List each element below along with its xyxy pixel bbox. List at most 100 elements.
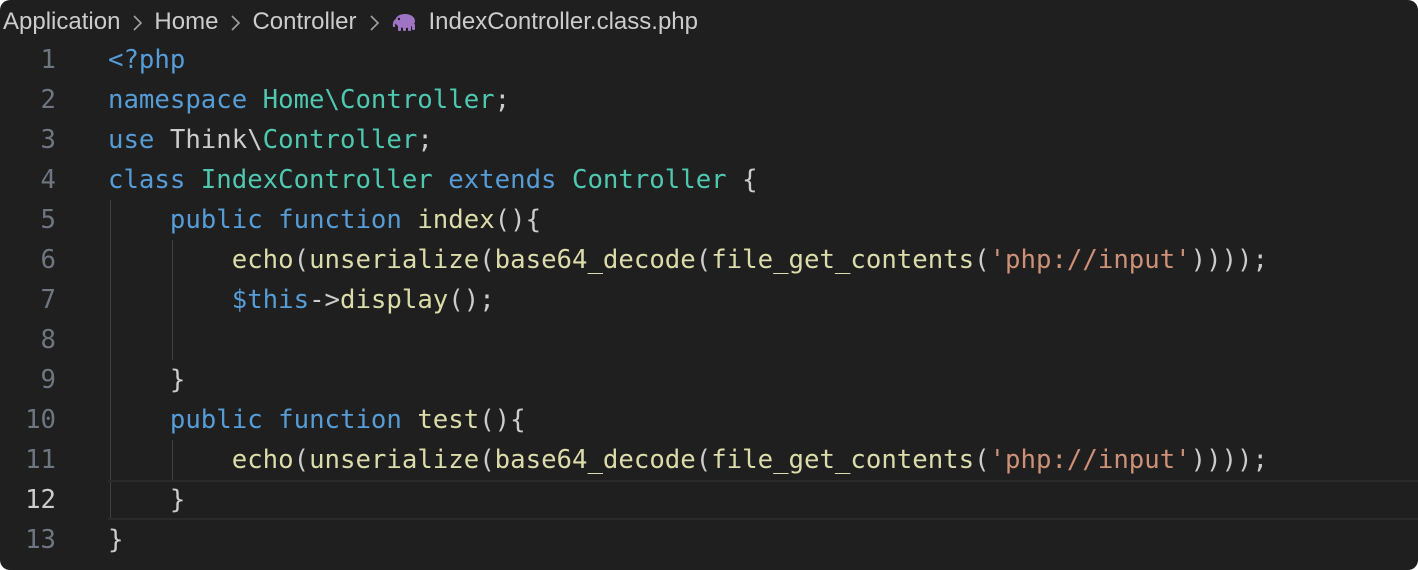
line-number: 11 bbox=[25, 445, 56, 475]
code-token: namespace bbox=[108, 85, 248, 115]
code-token: <?php bbox=[108, 45, 186, 75]
code-token: public bbox=[169, 205, 263, 235]
line-number: 10 bbox=[25, 405, 56, 435]
code-token: ( bbox=[479, 445, 495, 475]
code-token: ( bbox=[479, 245, 495, 275]
code-line[interactable]: 1 <?php bbox=[0, 40, 1418, 80]
code-line[interactable]: 6 echo(unserialize(base64_decode(file_ge… bbox=[0, 240, 1418, 280]
code-token: Controller bbox=[262, 125, 418, 155]
code-token: ( bbox=[695, 445, 712, 475]
code-token: (); bbox=[448, 285, 495, 315]
line-number: 12 bbox=[25, 485, 56, 515]
code-text: echo(unserialize(base64_decode(file_get_… bbox=[108, 240, 1268, 280]
code-token: unserialize bbox=[309, 445, 480, 475]
code-token: IndexController bbox=[200, 165, 433, 195]
code-token: } bbox=[108, 485, 186, 515]
breadcrumb: Application Home Controller IndexControl… bbox=[3, 0, 698, 44]
code-text: namespace Home\Controller; bbox=[108, 80, 510, 120]
code-token: $this bbox=[231, 285, 310, 315]
code-token: index bbox=[417, 205, 495, 235]
code-token: file_get_contents bbox=[711, 245, 975, 275]
line-number: 5 bbox=[40, 205, 56, 235]
code-text: use Think\Controller; bbox=[108, 120, 433, 160]
code-token: Home\Controller bbox=[262, 85, 495, 115]
code-token: file_get_contents bbox=[711, 445, 975, 475]
code-token: 'php://input' bbox=[989, 245, 1191, 275]
code-text: class IndexController extends Controller… bbox=[108, 160, 758, 200]
code-line[interactable]: 3 use Think\Controller; bbox=[0, 120, 1418, 160]
code-token: base64_decode bbox=[494, 245, 696, 275]
line-number: 2 bbox=[40, 85, 56, 115]
breadcrumb-item-home[interactable]: Home bbox=[154, 8, 218, 36]
code-token: ( bbox=[974, 445, 990, 475]
code-token: ( bbox=[293, 445, 310, 475]
code-token: 'php://input' bbox=[989, 445, 1191, 475]
code-text: } bbox=[108, 360, 185, 400]
breadcrumb-item-controller[interactable]: Controller bbox=[252, 8, 356, 36]
code-line[interactable]: 7 $this->display(); bbox=[0, 280, 1418, 320]
code-text: public function test(){ bbox=[108, 400, 526, 440]
code-token: { bbox=[726, 165, 758, 195]
line-number: 13 bbox=[25, 525, 56, 555]
code-token: base64_decode bbox=[494, 445, 696, 475]
code-token: } bbox=[108, 365, 186, 395]
code-line[interactable]: 5 public function index(){ bbox=[0, 200, 1418, 240]
code-token: ; bbox=[494, 85, 511, 115]
line-number: 9 bbox=[40, 365, 56, 395]
code-token: function bbox=[278, 405, 402, 435]
code-token: echo bbox=[231, 245, 294, 275]
line-number: 8 bbox=[40, 325, 56, 355]
code-token: public bbox=[169, 405, 263, 435]
code-token: )))); bbox=[1190, 245, 1268, 275]
code-token: function bbox=[278, 205, 402, 235]
code-token: ( bbox=[974, 245, 990, 275]
code-text: $this->display(); bbox=[108, 280, 495, 320]
code-line[interactable]: 11 echo(unserialize(base64_decode(file_g… bbox=[0, 440, 1418, 480]
code-token: display bbox=[340, 285, 449, 315]
code-line[interactable]: 13} bbox=[0, 520, 1418, 560]
code-token: Think\ bbox=[154, 125, 263, 155]
code-editor[interactable]: Application Home Controller IndexControl… bbox=[0, 0, 1418, 570]
code-token: class bbox=[108, 165, 186, 195]
line-number: 3 bbox=[40, 125, 56, 155]
php-elephant-icon bbox=[391, 12, 417, 32]
code-token: (){ bbox=[479, 405, 526, 435]
code-token: )))); bbox=[1190, 445, 1268, 475]
line-number: 7 bbox=[40, 285, 56, 315]
code-line[interactable]: 10 public function test(){ bbox=[0, 400, 1418, 440]
code-token: ( bbox=[293, 245, 310, 275]
chevron-right-icon bbox=[357, 8, 391, 36]
code-token: unserialize bbox=[309, 245, 480, 275]
line-number: 4 bbox=[40, 165, 56, 195]
code-line[interactable]: 2 namespace Home\Controller; bbox=[0, 80, 1418, 120]
code-text: } bbox=[108, 520, 123, 560]
code-token: extends bbox=[448, 165, 557, 195]
code-token: ( bbox=[695, 245, 712, 275]
chevron-right-icon bbox=[120, 8, 154, 36]
code-area[interactable]: 1 <?php 2 namespace Home\Controller; 3 use Th… bbox=[0, 40, 1418, 560]
code-line[interactable]: 4 class IndexController extends Controlle… bbox=[0, 160, 1418, 200]
code-token: (){ bbox=[494, 205, 542, 235]
code-text: public function index(){ bbox=[108, 200, 541, 240]
code-line[interactable]: 8 bbox=[0, 320, 1418, 360]
breadcrumb-file-name[interactable]: IndexController.class.php bbox=[429, 8, 698, 36]
code-token: Controller bbox=[571, 165, 727, 195]
code-line[interactable]: 9 } bbox=[0, 360, 1418, 400]
breadcrumb-item-application[interactable]: Application bbox=[3, 8, 120, 36]
code-text: <?php bbox=[108, 40, 185, 80]
code-token: test bbox=[417, 405, 480, 435]
code-line[interactable]: 12 } bbox=[0, 480, 1418, 520]
code-token: } bbox=[108, 525, 124, 555]
code-token: echo bbox=[231, 445, 294, 475]
